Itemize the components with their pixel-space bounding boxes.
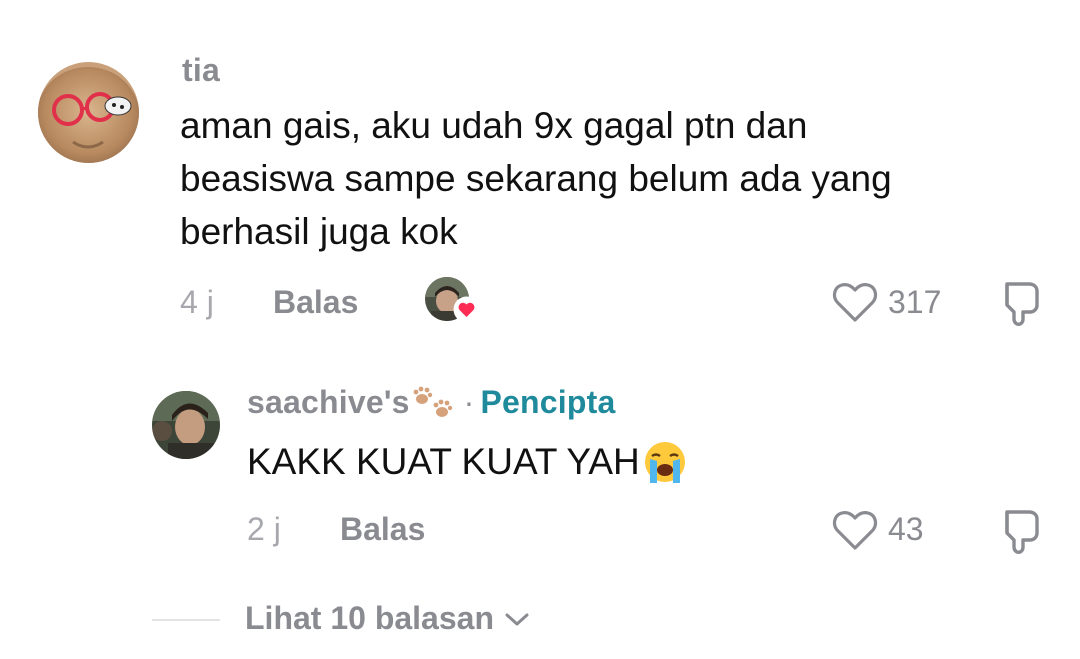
reply-reply-button[interactable]: Balas xyxy=(340,511,425,548)
thumbs-down-icon[interactable] xyxy=(993,279,1043,327)
reply-username[interactable]: saachive's xyxy=(247,384,410,421)
chevron-down-icon xyxy=(505,613,529,625)
view-more-label: Lihat 10 balasan xyxy=(245,600,494,636)
view-more-replies-button[interactable]: Lihat 10 balasan xyxy=(245,600,530,637)
reply-time: 2 j xyxy=(247,511,281,547)
heart-outline-icon[interactable] xyxy=(832,280,878,324)
comment-line: beasiswa sampe sekarang belum ada yang xyxy=(180,158,892,199)
reply-header: saachive's · Pencipta xyxy=(247,384,615,421)
creator-avatar[interactable] xyxy=(152,391,220,459)
heart-badge-icon xyxy=(453,296,480,323)
reply-text-row: KAKK KUAT KUAT YAH xyxy=(247,435,688,488)
replies-divider xyxy=(152,619,220,621)
loudly-crying-face-icon xyxy=(644,441,685,483)
commenter-username[interactable]: tia xyxy=(182,52,220,89)
paw-prints-icon xyxy=(413,386,452,417)
comment-line: berhasil juga kok xyxy=(180,211,458,252)
creator-badge: Pencipta xyxy=(480,384,616,420)
reply-like-count: 43 xyxy=(888,511,924,547)
reply-text: KAKK KUAT KUAT YAH xyxy=(247,441,640,482)
comment-line: aman gais, aku udah 9x gagal ptn dan xyxy=(180,105,808,146)
separator-dot: · xyxy=(463,384,475,420)
commenter-avatar[interactable] xyxy=(38,62,139,163)
like-count: 317 xyxy=(888,284,942,320)
comment-time: 4 j xyxy=(180,284,214,320)
reply-button[interactable]: Balas xyxy=(273,284,358,321)
heart-outline-icon[interactable] xyxy=(832,508,878,552)
comment-text: aman gais, aku udah 9x gagal ptn dan bea… xyxy=(180,99,1060,258)
thumbs-down-icon[interactable] xyxy=(993,507,1043,555)
